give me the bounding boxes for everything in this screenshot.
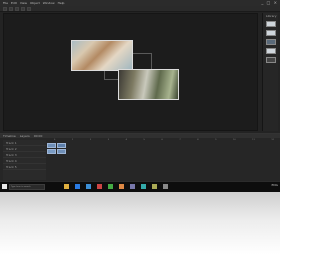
toolbar [0,6,280,12]
app-icon-2[interactable] [108,184,113,189]
timeline-clip[interactable] [57,143,66,148]
layers-tab[interactable]: Layers [20,134,30,138]
library-thumbnail[interactable] [266,39,276,45]
system-tray[interactable]: ENG [272,183,278,187]
ruler-tick: 0 [54,139,56,141]
library-thumbnail[interactable] [266,21,276,27]
track-row[interactable]: Track 5 [3,164,46,170]
app-icon-1[interactable] [97,184,102,189]
ruler-tick: 12 [271,139,274,141]
select-tool-icon[interactable] [3,7,7,11]
ruler-tick: 10 [233,139,236,141]
app-icon-3[interactable] [119,184,124,189]
timeline-clip[interactable] [47,149,56,154]
library-panel: Library [262,13,278,131]
file-explorer-icon[interactable] [64,184,69,189]
ruler-tick: 4 [125,139,127,141]
photo-clip-1[interactable] [71,40,133,71]
timeline-clip[interactable] [47,143,56,148]
photo-clip-2[interactable] [118,69,179,100]
ruler-tick: 7 [179,139,181,141]
library-thumbnail[interactable] [266,48,276,54]
application-window: File Edit View Object Window Help _ □ × … [0,0,280,192]
ruler-tick: 3 [107,139,109,141]
browser-icon[interactable] [75,184,80,189]
app-icon-7[interactable] [163,184,168,189]
library-panel-title: Library [266,14,277,18]
app-icon-6[interactable] [152,184,157,189]
app-icon-5[interactable] [141,184,146,189]
timecode: 00:00 [33,134,43,138]
ruler-tick: 5 [143,139,145,141]
zoom-tool-icon[interactable] [27,7,31,11]
ruler-tick: 2 [89,139,92,141]
app-icon-4[interactable] [130,184,135,189]
timeline-panel: Timeline Layers 00:00 0 1 2 3 4 5 6 7 8 … [0,133,280,181]
move-tool-icon[interactable] [9,7,13,11]
screen-reflection [0,192,280,270]
start-button-icon[interactable] [2,184,7,189]
library-thumbnail[interactable] [266,57,276,63]
taskbar: Type here to search ENG [0,181,280,192]
crop-tool-icon[interactable] [15,7,19,11]
ruler-tick: 6 [161,139,163,141]
ruler-tick: 11 [252,139,255,141]
ruler-tick: 9 [215,139,217,141]
library-thumbnail[interactable] [266,30,276,36]
text-tool-icon[interactable] [21,7,25,11]
timeline-tab[interactable]: Timeline [3,134,16,138]
track-list: Track 1 Track 2 Track 3 Track 4 Track 5 [3,140,46,180]
mail-icon[interactable] [86,184,91,189]
ruler-tick: 8 [197,139,199,141]
timeline-clip[interactable] [57,149,66,154]
taskbar-search-input[interactable]: Type here to search [9,184,45,190]
timeline-ruler[interactable]: 0 1 2 3 4 5 6 7 8 9 10 11 12 [50,138,278,142]
ruler-tick: 1 [71,139,74,141]
